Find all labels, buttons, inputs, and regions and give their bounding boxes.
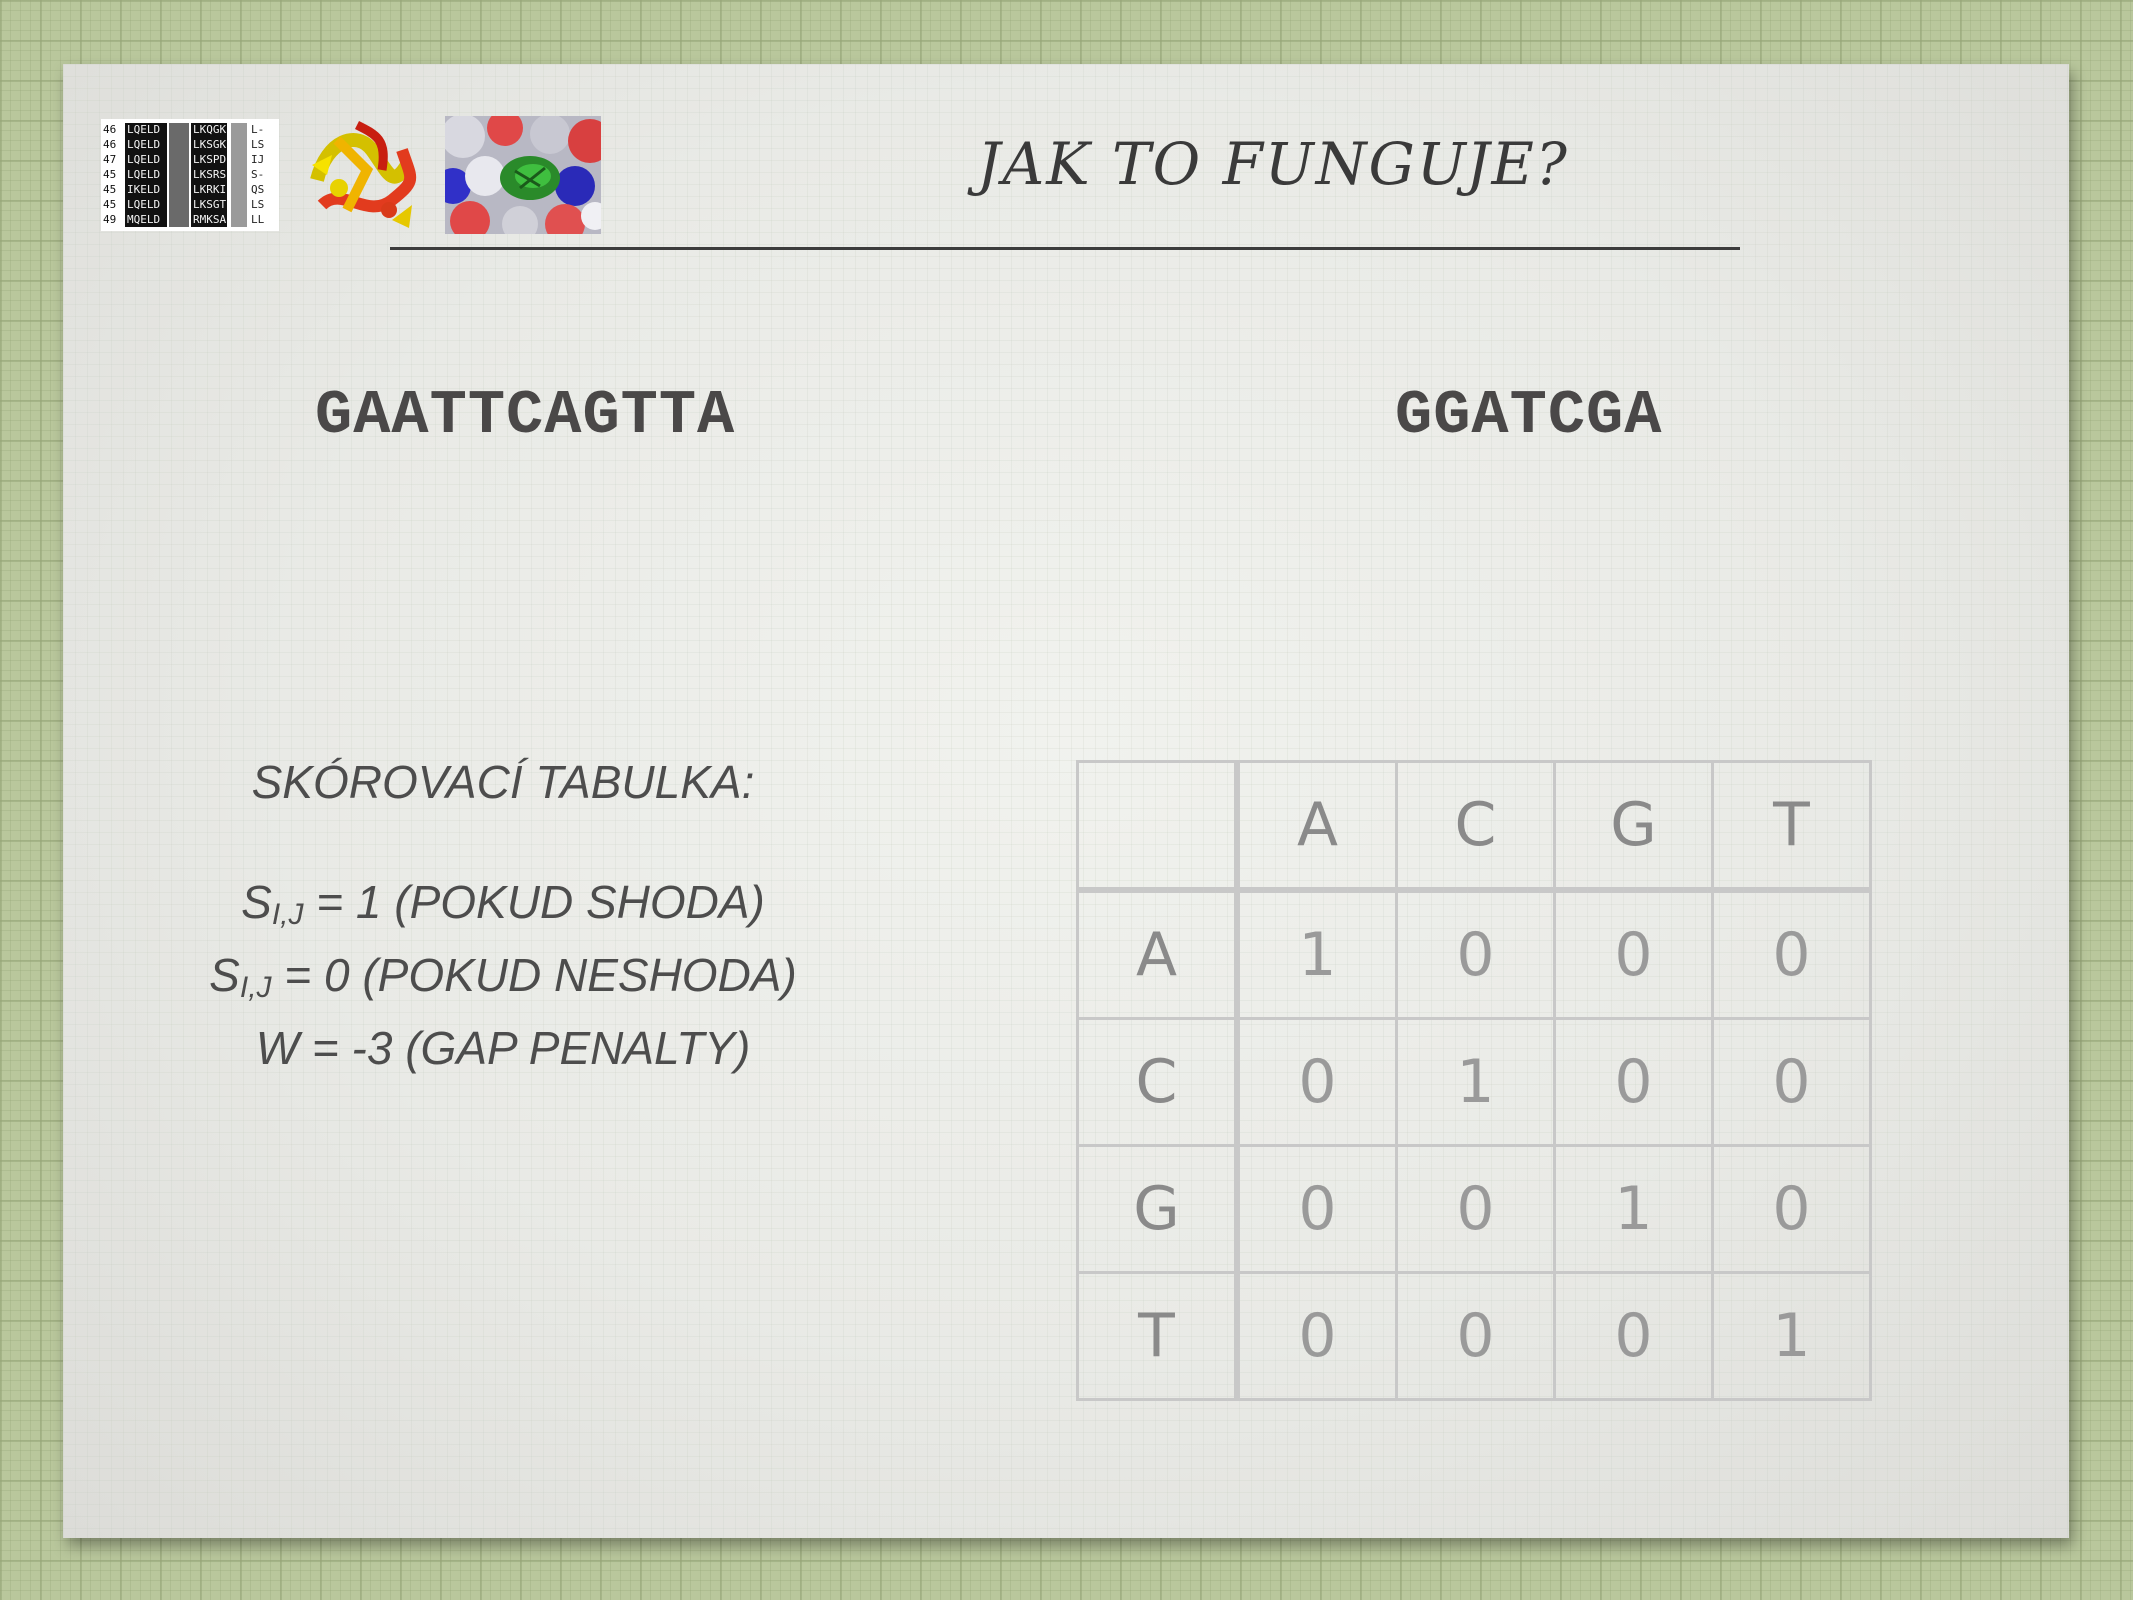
matrix-corner-cell	[1076, 760, 1240, 893]
protein-ribbon-icon	[297, 110, 427, 240]
scoring-rule-mismatch: SI,J = 0 (POKUD NESHODA)	[183, 945, 823, 1018]
svg-text:LKSGK: LKSGK	[193, 138, 226, 151]
svg-text:46: 46	[103, 123, 116, 136]
matrix-cell: 0	[1235, 1017, 1398, 1147]
svg-text:45: 45	[103, 198, 116, 211]
svg-text:LQELD: LQELD	[127, 153, 160, 166]
svg-text:47: 47	[103, 153, 116, 166]
svg-text:49: 49	[103, 213, 116, 226]
matrix-cell: 0	[1235, 1144, 1398, 1274]
svg-text:LQELD: LQELD	[127, 138, 160, 151]
matrix-cell: 0	[1553, 1017, 1714, 1147]
matrix-cell: 1	[1711, 1271, 1872, 1401]
matrix-row: C 0 1 0 0	[1076, 1017, 1872, 1147]
matrix-column-header: A	[1235, 760, 1398, 893]
matrix-row-header: T	[1076, 1271, 1240, 1401]
sequence-alignment-icon: 46 46 47 45 45 45 49 LQELD LQELD LQELD LQELD IKE…	[101, 119, 279, 231]
score-rule-text: = 1 (POKUD SHODA)	[303, 876, 765, 928]
matrix-cell: 0	[1395, 1271, 1556, 1401]
protein-surface-icon	[445, 116, 601, 234]
matrix-cell: 0	[1711, 888, 1872, 1020]
svg-text:LKRKI: LKRKI	[193, 183, 226, 196]
svg-text:45: 45	[103, 168, 116, 181]
svg-text:LKSRS: LKSRS	[193, 168, 226, 181]
matrix-cell: 0	[1395, 1144, 1556, 1274]
scoring-heading: SKÓROVACÍ TABULKA:	[251, 756, 755, 808]
svg-text:LQELD: LQELD	[127, 123, 160, 136]
header-thumbnails: 46 46 47 45 45 45 49 LQELD LQELD LQELD LQELD IKE…	[101, 110, 601, 240]
svg-text:LKQGK: LKQGK	[193, 123, 226, 136]
svg-text:LS: LS	[251, 198, 264, 211]
scoring-rule-match: SI,J = 1 (POKUD SHODA)	[183, 872, 823, 945]
matrix-row: G 0 0 1 0	[1076, 1144, 1872, 1274]
score-symbol: S	[209, 949, 240, 1001]
matrix-cell: 1	[1553, 1144, 1714, 1274]
matrix-cell: 1	[1235, 888, 1398, 1020]
sequence-two: GGATCGA	[1395, 380, 1663, 451]
score-subscript: I,J	[271, 898, 304, 931]
slide-title: JAK TO FUNGUJE?	[977, 130, 1569, 198]
scoring-rules: SKÓROVACÍ TABULKA: SI,J = 1 (POKUD SHODA…	[183, 752, 823, 1078]
svg-text:45: 45	[103, 183, 116, 196]
svg-text:IJ: IJ	[251, 153, 264, 166]
matrix-row-header: A	[1076, 888, 1240, 1020]
score-rule-text: W = -3 (GAP PENALTY)	[255, 1022, 751, 1074]
matrix-row: T 0 0 0 1	[1076, 1271, 1872, 1401]
svg-text:LKSPD: LKSPD	[193, 153, 226, 166]
matrix-header-row: A C G T	[1076, 760, 1872, 893]
svg-text:LL: LL	[251, 213, 265, 226]
svg-text:L-: L-	[251, 123, 264, 136]
matrix-row: A 1 0 0 0	[1076, 888, 1872, 1020]
matrix-cell: 0	[1235, 1271, 1398, 1401]
matrix-column-header: C	[1395, 760, 1556, 893]
matrix-row-header: G	[1076, 1144, 1240, 1274]
score-subscript: I,J	[239, 971, 272, 1004]
title-underline	[390, 247, 1740, 250]
svg-text:LS: LS	[251, 138, 264, 151]
score-symbol: S	[241, 876, 272, 928]
matrix-cell: 0	[1395, 888, 1556, 1020]
matrix-column-header: T	[1711, 760, 1872, 893]
sequence-one: GAATTCAGTTA	[315, 380, 736, 451]
scoring-rule-gap: W = -3 (GAP PENALTY)	[183, 1018, 823, 1078]
matrix-cell: 1	[1395, 1017, 1556, 1147]
score-rule-text: = 0 (POKUD NESHODA)	[271, 949, 797, 1001]
svg-text:IKELD: IKELD	[127, 183, 160, 196]
svg-text:S-: S-	[251, 168, 264, 181]
svg-text:RMKSA: RMKSA	[193, 213, 226, 226]
svg-text:MQELD: MQELD	[127, 213, 160, 226]
svg-text:LQELD: LQELD	[127, 198, 160, 211]
matrix-cell: 0	[1553, 1271, 1714, 1401]
matrix-cell: 0	[1711, 1144, 1872, 1274]
svg-text:LKSGT: LKSGT	[193, 198, 226, 211]
scoring-spacer	[183, 812, 823, 872]
matrix-column-header: G	[1553, 760, 1714, 893]
matrix-cell: 0	[1711, 1017, 1872, 1147]
slide: 46 46 47 45 45 45 49 LQELD LQELD LQELD LQELD IKE…	[63, 64, 2069, 1538]
svg-text:QS: QS	[251, 183, 264, 196]
matrix-cell: 0	[1553, 888, 1714, 1020]
svg-text:LQELD: LQELD	[127, 168, 160, 181]
svg-text:46: 46	[103, 138, 116, 151]
matrix-row-header: C	[1076, 1017, 1240, 1147]
scoring-matrix: A C G T A 1 0 0 0 C 0 1 0 0 G 0 0 1 0 T	[1076, 760, 1872, 1401]
